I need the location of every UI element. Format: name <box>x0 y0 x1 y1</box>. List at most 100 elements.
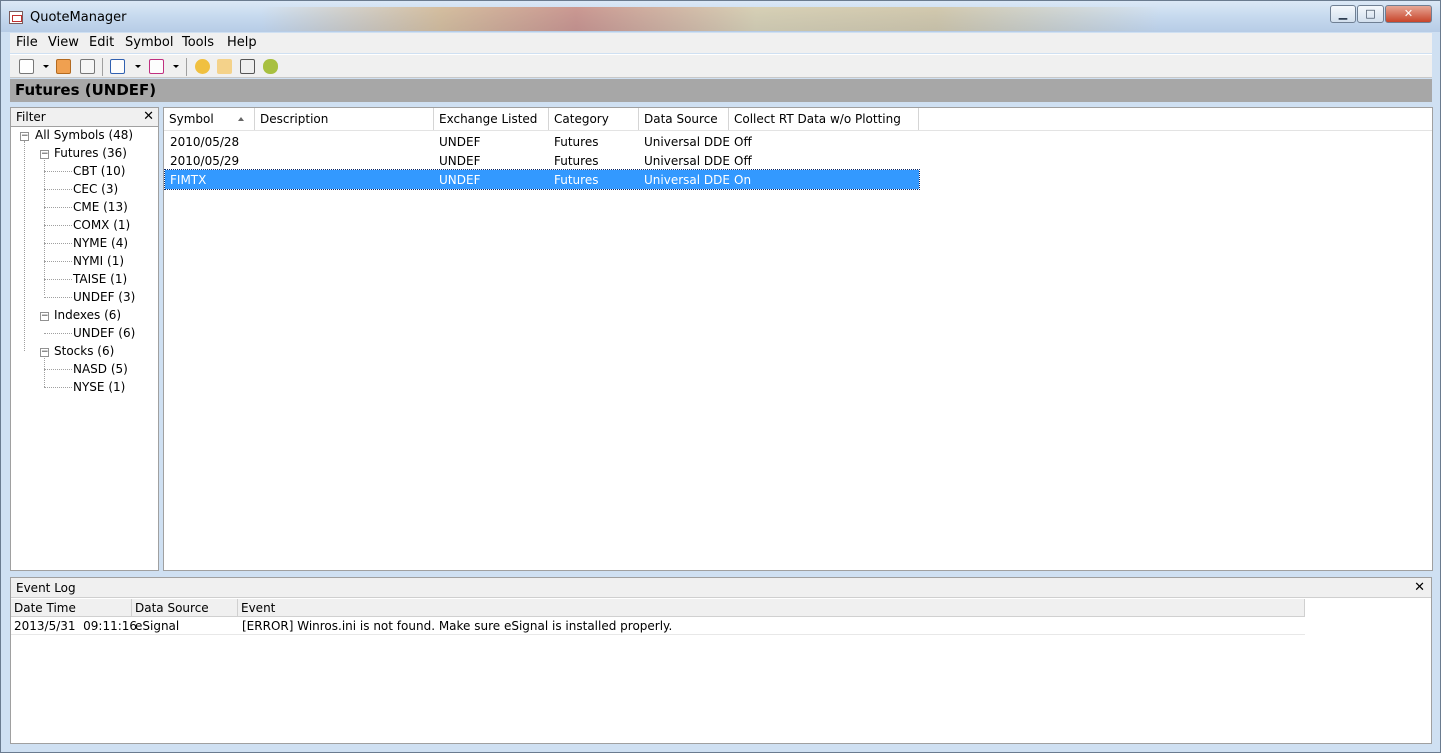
tree-connector <box>44 333 72 334</box>
tree-node-indexes-undef[interactable]: UNDEF (6) <box>73 326 135 340</box>
menu-help[interactable]: Help <box>227 35 257 50</box>
close-button[interactable]: ✕ <box>1385 5 1432 23</box>
menu-file[interactable]: File <box>16 35 38 50</box>
menu-view[interactable]: View <box>48 35 79 50</box>
chevron-down-icon[interactable] <box>173 65 179 68</box>
tree-node-indexes[interactable]: Indexes (6) <box>54 308 121 322</box>
tree-node-futures-undef[interactable]: UNDEF (3) <box>73 290 135 304</box>
tree-connector <box>44 356 45 387</box>
cell-source: Universal DDE <box>644 173 730 187</box>
table-row[interactable]: 2010/05/29 UNDEF Futures Universal DDE O… <box>165 151 919 170</box>
col-data-source[interactable]: Data Source <box>639 108 729 130</box>
log-cell-source: eSignal <box>135 619 180 633</box>
tree-connector <box>44 243 72 244</box>
title-bar[interactable]: QuoteManager ▁ □ ✕ <box>1 1 1440 32</box>
maximize-button[interactable]: □ <box>1357 5 1384 23</box>
tree-connector <box>44 225 72 226</box>
tree-connector <box>44 171 72 172</box>
collapse-icon[interactable]: − <box>40 312 49 321</box>
cell-symbol: 2010/05/28 <box>170 135 240 149</box>
log-col-datetime[interactable]: Date Time <box>11 599 132 617</box>
tree-node-stocks[interactable]: Stocks (6) <box>54 344 114 358</box>
collapse-icon[interactable]: − <box>20 132 29 141</box>
close-icon[interactable]: ✕ <box>1414 580 1425 595</box>
col-symbol[interactable]: Symbol <box>164 108 255 130</box>
calendar-icon[interactable] <box>240 59 255 74</box>
col-collect-rt[interactable]: Collect RT Data w/o Plotting <box>729 108 919 130</box>
import-icon[interactable] <box>56 59 71 74</box>
chevron-down-icon[interactable] <box>43 65 49 68</box>
android-icon[interactable] <box>263 59 278 74</box>
filter-header: Filter ✕ <box>11 108 158 127</box>
cell-exchange: UNDEF <box>439 154 481 168</box>
table-row[interactable]: 2010/05/28 UNDEF Futures Universal DDE O… <box>165 132 919 151</box>
event-log-panel: Event Log ✕ Date Time Data Source Event … <box>10 577 1432 744</box>
chart-icon[interactable] <box>217 59 232 74</box>
cell-source: Universal DDE <box>644 135 730 149</box>
tree-node-cme[interactable]: CME (13) <box>73 200 128 214</box>
settings-gear-icon[interactable] <box>195 59 210 74</box>
toolbar-separator <box>102 58 103 76</box>
tree-node-comx[interactable]: COMX (1) <box>73 218 130 232</box>
tree-connector <box>44 297 72 298</box>
header-divider <box>164 130 1432 131</box>
collapse-icon[interactable]: − <box>40 348 49 357</box>
tree-node-nyse[interactable]: NYSE (1) <box>73 380 125 394</box>
log-col-event[interactable]: Event <box>238 599 1305 617</box>
tree-node-futures[interactable]: Futures (36) <box>54 146 127 160</box>
tree-connector <box>44 387 72 388</box>
col-exchange[interactable]: Exchange Listed <box>434 108 549 130</box>
cell-exchange: UNDEF <box>439 135 481 149</box>
cell-symbol: FIMTX <box>170 173 207 187</box>
cell-category: Futures <box>554 154 599 168</box>
symbol-grid: Symbol Description Exchange Listed Categ… <box>163 107 1433 571</box>
download-icon[interactable] <box>149 59 164 74</box>
delete-icon[interactable] <box>80 59 95 74</box>
table-row-selected[interactable]: FIMTX UNDEF Futures Universal DDE On <box>164 169 920 190</box>
col-category[interactable]: Category <box>549 108 639 130</box>
cell-collect: On <box>734 173 752 187</box>
collapse-icon[interactable]: − <box>40 150 49 159</box>
close-icon[interactable]: ✕ <box>143 109 154 124</box>
chevron-down-icon[interactable] <box>135 65 141 68</box>
page-title: Futures (UNDEF) <box>15 81 157 99</box>
toolbar <box>10 54 1432 78</box>
menu-symbol[interactable]: Symbol <box>125 35 173 50</box>
tree-node-cec[interactable]: CEC (3) <box>73 182 118 196</box>
event-log-header: Event Log ✕ <box>11 578 1431 598</box>
window-title: QuoteManager <box>30 10 127 25</box>
tree-node-cbt[interactable]: CBT (10) <box>73 164 125 178</box>
minimize-button[interactable]: ▁ <box>1330 5 1356 23</box>
tree-connector <box>44 369 72 370</box>
menu-edit[interactable]: Edit <box>89 35 114 50</box>
menu-tools[interactable]: Tools <box>182 35 214 50</box>
tree-connector <box>44 189 72 190</box>
log-col-source[interactable]: Data Source <box>132 599 238 617</box>
title-bar-background <box>261 7 1161 31</box>
tree-node-nasd[interactable]: NASD (5) <box>73 362 128 376</box>
tree-node-all-symbols[interactable]: All Symbols (48) <box>35 128 133 142</box>
cell-source: Universal DDE <box>644 154 730 168</box>
cell-exchange: UNDEF <box>439 173 481 187</box>
cell-collect: Off <box>734 154 752 168</box>
filter-title: Filter <box>16 110 46 124</box>
tree-connector <box>44 261 72 262</box>
tree-node-taise[interactable]: TAISE (1) <box>73 272 127 286</box>
app-icon <box>9 11 23 24</box>
cell-collect: Off <box>734 135 752 149</box>
tree-connector <box>44 158 45 295</box>
menu-bar: File View Edit Symbol Tools Help <box>10 33 1432 53</box>
tree-node-nymi[interactable]: NYMI (1) <box>73 254 124 268</box>
tree-connector <box>44 207 72 208</box>
log-row[interactable]: 2013/5/31 09:11:16 eSignal [ERROR] Winro… <box>11 617 1305 635</box>
view-header: Futures (UNDEF) <box>10 79 1432 102</box>
cell-category: Futures <box>554 135 599 149</box>
col-description[interactable]: Description <box>255 108 434 130</box>
tree-node-nyme[interactable]: NYME (4) <box>73 236 128 250</box>
cell-category: Futures <box>554 173 599 187</box>
log-cell-event: [ERROR] Winros.ini is not found. Make su… <box>242 619 673 633</box>
new-symbol-icon[interactable] <box>19 59 34 74</box>
tree-connector <box>24 141 25 351</box>
app-window: QuoteManager ▁ □ ✕ File View Edit Symbol… <box>0 0 1441 753</box>
export-icon[interactable] <box>110 59 125 74</box>
